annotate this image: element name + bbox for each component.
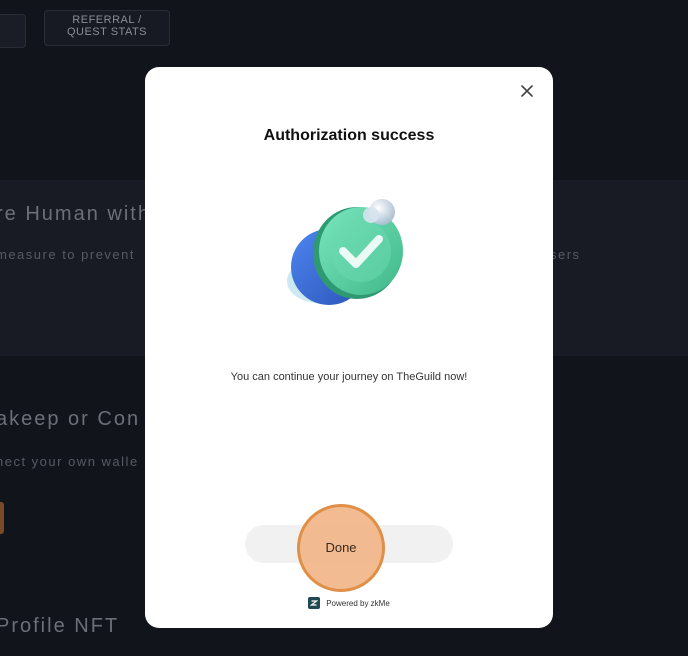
powered-by-label: Powered by zkMe: [326, 598, 390, 608]
done-button[interactable]: Done: [245, 504, 453, 592]
section-heading-profile-nft: Profile NFT: [0, 615, 120, 637]
checkmark-coin-icon: [285, 195, 409, 315]
done-button-label: Done: [325, 540, 357, 555]
modal-title: Authorization success: [263, 127, 435, 144]
section-subtext-human-right: sers: [550, 247, 581, 262]
referral-quest-stats-button[interactable]: REFERRAL / QUEST STATS: [44, 10, 170, 46]
background-orange-button[interactable]: [0, 502, 4, 534]
referral-quest-stats-label: REFERRAL / QUEST STATS: [66, 14, 148, 38]
success-message: You can continue your journey on TheGuil…: [230, 371, 468, 383]
section-subtext-wallet: nect your own walle: [0, 454, 139, 469]
section-subtext-human: measure to prevent: [0, 247, 136, 262]
zkme-logo-icon: [308, 597, 321, 609]
close-icon[interactable]: [519, 83, 535, 99]
authorization-modal: Authorization success You can continue y…: [145, 67, 553, 628]
section-heading-human: re Human with: [0, 203, 151, 225]
background-nav-button[interactable]: [0, 14, 26, 48]
powered-by-footer: Powered by zkMe: [145, 597, 553, 609]
section-heading-wallet: akeep or Con: [0, 408, 141, 430]
